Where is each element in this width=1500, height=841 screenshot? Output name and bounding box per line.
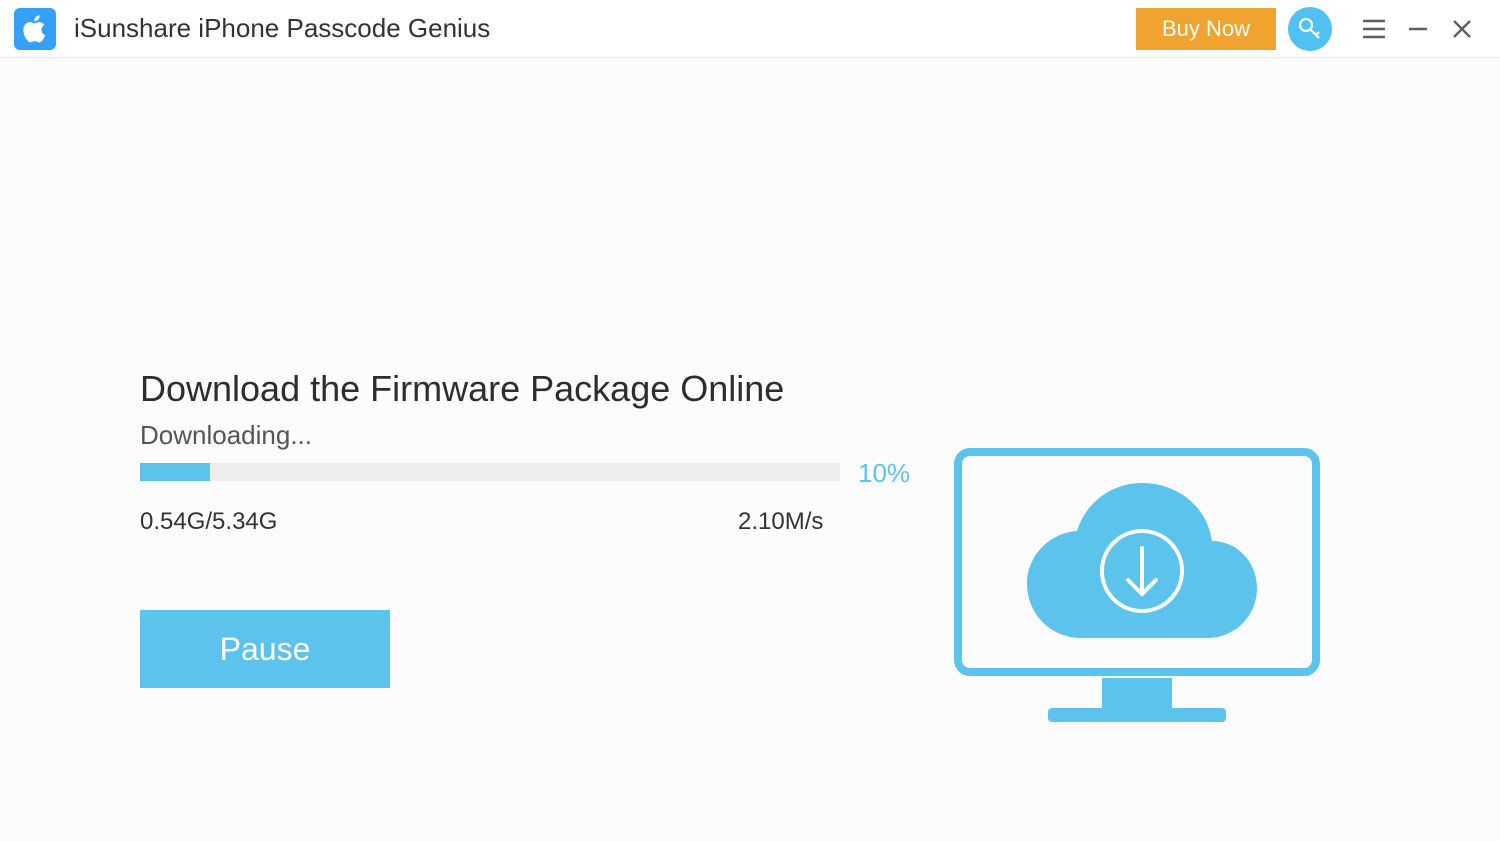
pause-button[interactable]: Pause bbox=[140, 610, 390, 688]
progress-percent: 10% bbox=[858, 458, 910, 489]
monitor-cloud-download-icon bbox=[952, 446, 1322, 736]
hamburger-icon bbox=[1361, 16, 1387, 42]
register-key-button[interactable] bbox=[1288, 7, 1332, 51]
titlebar: iSunshare iPhone Passcode Genius Buy Now bbox=[0, 0, 1500, 58]
menu-button[interactable] bbox=[1354, 9, 1394, 49]
progress-fill bbox=[140, 463, 210, 481]
buy-now-button[interactable]: Buy Now bbox=[1136, 8, 1276, 50]
download-status: Downloading... bbox=[140, 420, 312, 451]
app-title: iSunshare iPhone Passcode Genius bbox=[74, 13, 1136, 44]
apple-icon bbox=[22, 14, 48, 44]
minimize-icon bbox=[1406, 17, 1430, 41]
minimize-button[interactable] bbox=[1398, 9, 1438, 49]
main-content: Download the Firmware Package Online Dow… bbox=[0, 58, 1500, 841]
app-logo bbox=[14, 8, 56, 50]
download-speed: 2.10M/s bbox=[738, 508, 823, 536]
key-icon bbox=[1297, 16, 1323, 42]
download-illustration bbox=[952, 446, 1322, 741]
download-size: 0.54G/5.34G bbox=[140, 508, 277, 536]
progress-bar bbox=[140, 463, 840, 481]
close-button[interactable] bbox=[1442, 9, 1482, 49]
download-heading: Download the Firmware Package Online bbox=[140, 368, 784, 410]
close-icon bbox=[1450, 17, 1474, 41]
